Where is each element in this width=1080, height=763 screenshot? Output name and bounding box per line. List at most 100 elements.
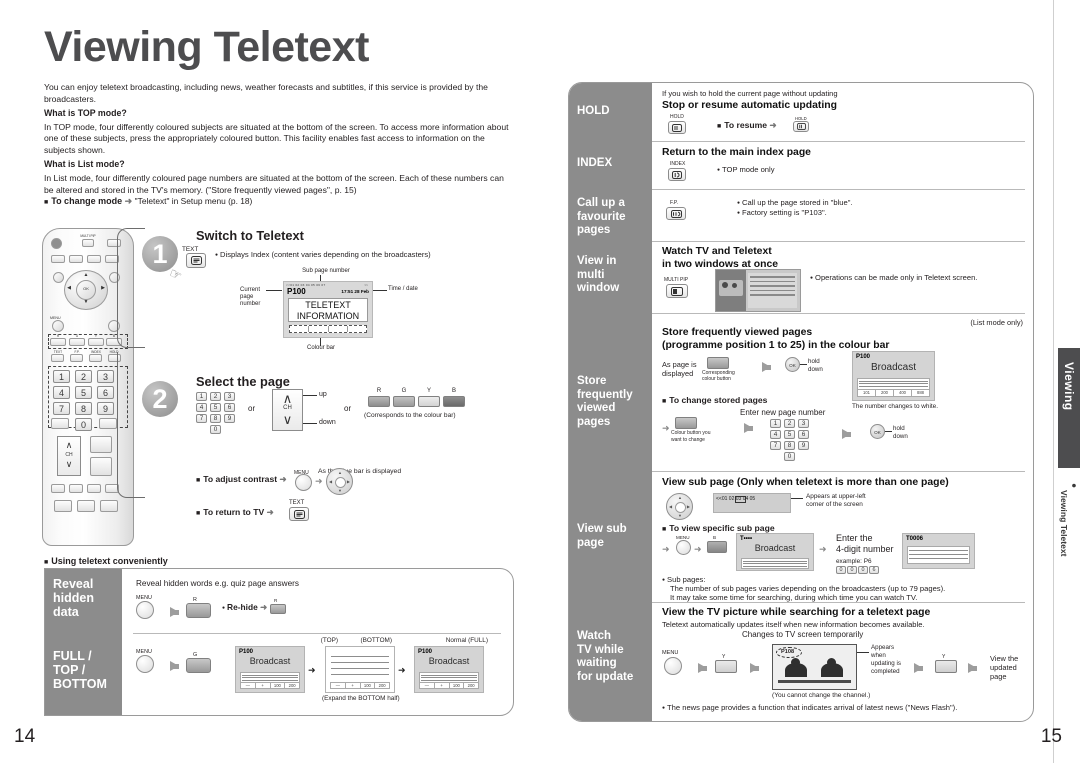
step-1-key-label: TEXT: [182, 246, 199, 253]
watch-menu-button: [664, 657, 682, 675]
subpage-digit-3: 6: [869, 566, 879, 574]
remote-colour-button-y: [88, 338, 104, 346]
store-num-4: 4: [770, 430, 781, 439]
tv-normal-text: Broadcast: [428, 656, 470, 666]
subpage-result-tv: T0006: [902, 533, 975, 569]
favourite-label-l1: Call up a: [577, 197, 625, 209]
subpage-tv-mock: T•••• Broadcast: [736, 533, 814, 571]
remote-text-button: [51, 354, 64, 362]
store-colour-button: [707, 357, 729, 369]
store-change-line: To change stored pages: [662, 395, 767, 405]
hand-pointer-icon: ☞: [166, 264, 185, 285]
side-tab-viewing-teletext[interactable]: ● Viewing Teletext: [1058, 470, 1080, 590]
arrow-grey-icon-3: [762, 362, 771, 372]
subpage-indicator-highlight: [735, 495, 746, 503]
store-num-8: 8: [784, 441, 795, 450]
tv-top-bar-3: 200: [288, 683, 296, 688]
side-tab-viewing-teletext-label: ● Viewing Teletext: [1059, 480, 1079, 557]
store-aspage-2: displayed: [662, 369, 694, 378]
remote-button-b5: [54, 500, 72, 512]
row-label-favourite: Call up a favourite pages: [569, 189, 652, 241]
callout-time: Time / date: [388, 286, 418, 292]
leader-up: [303, 395, 317, 396]
remote-num-4: 4: [53, 386, 70, 399]
step2-num-9: 9: [224, 414, 235, 423]
tv-top-bar-0: —: [241, 683, 256, 688]
arrow-right-icon-10: ➜: [662, 544, 670, 554]
store-label-l3: viewed: [577, 402, 616, 414]
step2-num-7: 7: [196, 414, 207, 423]
leader-store-ok: [800, 364, 807, 365]
store-tv-colour-bar: 101 200 400 888: [857, 389, 930, 397]
step2-down-label: down: [319, 419, 336, 426]
watch-view-3: page: [990, 672, 1007, 681]
remote-ch-up-icon: ∧: [65, 440, 73, 450]
convenient-row-1-label-l1: Reveal: [53, 577, 94, 591]
step2-ch-label: CH: [283, 405, 292, 411]
subpage-appears-2: corner of the screen: [806, 501, 863, 508]
store-num-5: 5: [784, 430, 795, 439]
remote-button-right-low: [99, 418, 117, 429]
subpage-enter-2: 4-digit number: [836, 544, 894, 554]
watch-view-1: View the: [990, 654, 1019, 663]
callout-current-3: number: [240, 301, 261, 307]
step-2-title: Select the page: [196, 374, 290, 389]
step2-colour-label-r: R: [376, 388, 382, 394]
subpage-tv-lines: [741, 558, 809, 569]
tv-bottom-bar-3: 200: [378, 683, 386, 688]
step2-return-label-line: To return to TV ➜: [196, 507, 274, 518]
index-note-line: TOP mode only: [717, 165, 775, 174]
callout-current: Current: [240, 287, 261, 293]
leader-watch: [857, 652, 869, 653]
store-change-note-1: Colour button you: [671, 430, 711, 436]
favourite-label-l3: pages: [577, 224, 611, 236]
leader-current: [266, 290, 282, 291]
pip-mock: [715, 269, 801, 312]
remote-index-button: [89, 354, 102, 362]
remote-num-1: 1: [53, 370, 70, 383]
store-tv-page: P100: [856, 354, 871, 360]
convenient-row-2-label: FULL / TOP / BOTTOM: [45, 633, 122, 715]
watch-view-2: updated: [990, 663, 1017, 672]
arrow-right-icon-7: ➜: [398, 665, 406, 675]
step2-colour-button-y: [418, 396, 440, 407]
row-label-hold: HOLD: [569, 83, 652, 141]
convenient-row-1-body: Reveal hidden words e.g. quiz page answe…: [122, 569, 513, 633]
tv-normal-page: P100: [418, 649, 433, 655]
store-label-l1: Store: [577, 375, 607, 387]
remote-vol-up-button: [90, 436, 112, 453]
subpage-cursor-left-icon: ◀: [669, 504, 673, 509]
remote-multipip-button: [82, 239, 94, 247]
hold-key-glyph: [672, 123, 682, 132]
remote-menu-button: [52, 320, 64, 332]
side-tab-viewing[interactable]: Viewing: [1058, 348, 1080, 468]
step2-colour-button-b: [443, 396, 465, 407]
tv-bottom-bar-2: 100: [361, 683, 376, 688]
watch-lead: Teletext automatically updates itself wh…: [662, 620, 925, 629]
step-1-note-text: Displays Index (content varies depending…: [220, 250, 431, 259]
subpage-appears-1: Appears at upper-left: [806, 493, 866, 500]
teletext-colour-bar: [289, 325, 367, 333]
remote-num-7: 7: [53, 402, 70, 415]
step-2-bracket: [117, 352, 145, 498]
fp-key-glyph: [670, 209, 682, 218]
multi-label-l3: window: [577, 282, 620, 294]
step2-colour-button-g: [393, 396, 415, 407]
remote-num-2: 2: [75, 370, 92, 383]
text-key-glyph: [190, 256, 202, 265]
teletext-main-text: TELETEXT INFORMATION: [288, 298, 368, 322]
remote-button-b6: [77, 500, 95, 512]
step2-menu-button: [295, 474, 312, 491]
step2-contrast-label-line: To adjust contrast ➜: [196, 474, 287, 485]
pip-head-2-icon: [732, 283, 737, 288]
teletext-functions-table: HOLD If you wish to hold the current pag…: [568, 82, 1034, 722]
fulltop-menu-button: [136, 655, 154, 673]
tv-top-bar-1: +: [256, 683, 271, 688]
watch-appears-4: completed: [871, 668, 900, 675]
convenient-row-1-label-l2: hidden: [53, 591, 94, 605]
row-body-watch: View the TV picture while searching for …: [652, 602, 1033, 721]
fp-note-2-line: Factory setting is "P103".: [737, 208, 827, 217]
watch-news-note-line: The news page provides a function that i…: [662, 703, 957, 712]
store-ok-button: OK: [785, 357, 800, 372]
hold-resume-label: To resume: [724, 120, 768, 130]
